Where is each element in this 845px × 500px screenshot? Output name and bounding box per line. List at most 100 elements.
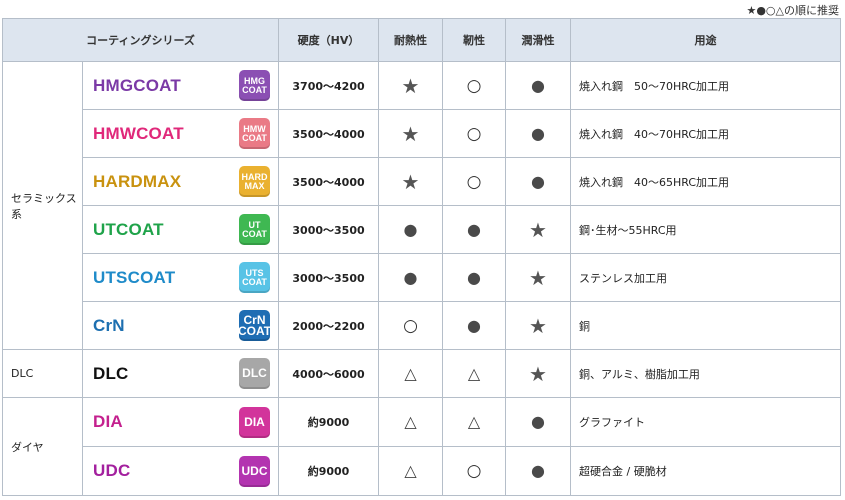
heat-resistance-rating: ●	[378, 205, 444, 254]
header-usage: 用途	[570, 18, 842, 62]
series-logo-badge: DIA	[239, 406, 271, 438]
lubricity-rating: ●	[505, 61, 572, 110]
hardness-value: 約9000	[278, 446, 380, 496]
table-body: セラミックス系 HMGCOAT HMG COAT 3700～4200 ★ ○ ● 焼入れ鋼 50…	[2, 61, 842, 496]
usage-text: ステンレス加工用	[570, 253, 842, 302]
toughness-rating: △	[442, 349, 507, 398]
usage-text: 超硬合金 / 硬脆材	[570, 446, 842, 496]
badge-line-1: DIA	[244, 414, 265, 429]
badge-line-2: COAT	[242, 132, 267, 143]
toughness-rating: ○	[442, 61, 507, 110]
lubricity-rating: ●	[505, 446, 572, 496]
heat-resistance-rating: △	[378, 349, 444, 398]
series-name: HARDMAX	[93, 171, 182, 191]
series-cell: DLC DLC	[81, 349, 280, 398]
header-hardness: 硬度（HV）	[278, 18, 380, 62]
header-heat-resistance: 耐熱性	[378, 18, 444, 62]
series-cell: UTSCOAT UTS COAT	[81, 253, 280, 302]
table-row: HARDMAX HARD MAX 3500～4000 ★ ○ ● 焼入れ鋼 40～65HRC加…	[3, 157, 842, 206]
series-cell: DIA DIA	[81, 397, 280, 447]
series-name: UTCOAT	[93, 219, 164, 239]
usage-text: 鋼･生材～55HRC用	[570, 205, 842, 254]
series-name: CrN	[93, 315, 125, 335]
coating-table-container: コーティングシリーズ 硬度（HV） 耐熱性 靭性 潤滑性 用途 セラミックス系 H…	[1, 18, 842, 496]
series-cell: HMWCOAT HMW COAT	[81, 109, 280, 158]
usage-text: 銅	[570, 301, 842, 350]
toughness-rating: ●	[442, 301, 507, 350]
hardness-value: 3500～4000	[278, 109, 380, 158]
lubricity-rating: ★	[505, 253, 572, 302]
usage-text: 焼入れ鋼 40～65HRC加工用	[570, 157, 842, 206]
toughness-rating: ○	[442, 446, 507, 496]
lubricity-rating: ★	[505, 205, 572, 254]
series-logo-badge: DLC	[239, 358, 271, 389]
series-cell: UDC UDC	[81, 446, 280, 496]
series-name: HMGCOAT	[93, 75, 181, 95]
series-name: UTSCOAT	[93, 267, 176, 287]
hardness-value: 3500～4000	[278, 157, 380, 206]
header-toughness: 靭性	[442, 18, 507, 62]
usage-text: グラファイト	[570, 397, 842, 447]
table-row: CrN CrN COAT 2000～2200 ○ ● ★ 銅	[3, 301, 842, 350]
hardness-value: 約9000	[278, 397, 380, 447]
lubricity-rating: ●	[505, 157, 572, 206]
badge-line-2: COAT	[242, 84, 267, 95]
table-header-row: コーティングシリーズ 硬度（HV） 耐熱性 靭性 潤滑性 用途	[1, 18, 842, 62]
series-logo-badge: UTS COAT	[239, 262, 271, 293]
table-row: HMWCOAT HMW COAT 3500～4000 ★ ○ ● 焼入れ鋼 40～70HRC加…	[3, 109, 842, 158]
lubricity-rating: ●	[505, 109, 572, 158]
badge-line-1: DLC	[242, 366, 267, 380]
heat-resistance-rating: △	[378, 446, 444, 496]
hardness-value: 3700～4200	[278, 61, 380, 110]
series-name: HMWCOAT	[93, 123, 184, 143]
toughness-rating: ●	[442, 253, 507, 302]
series-logo-badge: HMW COAT	[239, 118, 271, 149]
heat-resistance-rating: ●	[378, 253, 444, 302]
toughness-rating: △	[442, 397, 507, 447]
badge-line-2: COAT	[237, 323, 272, 338]
toughness-rating: ○	[442, 109, 507, 158]
table-row: UTSCOAT UTS COAT 3000～3500 ● ● ★ ステンレス加工用	[3, 253, 842, 302]
hardness-value: 3000～3500	[278, 205, 380, 254]
series-logo-badge: UDC	[239, 455, 271, 487]
group-ceramic: セラミックス系	[2, 61, 83, 350]
hardness-value: 4000～6000	[278, 349, 380, 398]
table-row: DLC DLC DLC 4000～6000 △ △ ★ 銅、アルミ、樹脂加工用	[2, 349, 842, 398]
usage-text: 焼入れ鋼 50～70HRC加工用	[570, 61, 842, 110]
group-diamond: ダイヤ	[2, 397, 83, 496]
badge-line-2: MAX	[244, 180, 265, 191]
lubricity-rating: ★	[505, 301, 572, 350]
badge-line-2: COAT	[242, 228, 267, 239]
series-cell: HMGCOAT HMG COAT	[81, 61, 280, 110]
hardness-value: 2000～2200	[278, 301, 380, 350]
header-series: コーティングシリーズ	[1, 18, 280, 62]
series-logo-badge: CrN COAT	[237, 310, 272, 341]
heat-resistance-rating: ★	[378, 61, 444, 110]
toughness-rating: ○	[442, 157, 507, 206]
recommendation-legend: ★●○△の順に推奨	[746, 4, 839, 17]
lubricity-rating: ●	[505, 397, 572, 447]
table-row: UTCOAT UT COAT 3000～3500 ● ● ★ 鋼･生材～55HRC用	[3, 205, 842, 254]
table-row: セラミックス系 HMGCOAT HMG COAT 3700～4200 ★ ○ ● 焼入れ鋼 50…	[2, 61, 842, 350]
lubricity-rating: ★	[505, 349, 572, 398]
series-name: DIA	[93, 412, 123, 431]
heat-resistance-rating: ○	[378, 301, 444, 350]
series-name: UDC	[93, 461, 131, 480]
usage-text: 銅、アルミ、樹脂加工用	[570, 349, 842, 398]
header-lubricity: 潤滑性	[505, 18, 572, 62]
coating-series-table: コーティングシリーズ 硬度（HV） 耐熱性 靭性 潤滑性 用途 セラミックス系 H…	[1, 18, 842, 496]
series-logo-badge: UT COAT	[239, 214, 271, 245]
table-row: ダイヤ DIA DIA 約9000 △ △ ● グラファイト	[2, 397, 842, 496]
usage-text: 焼入れ鋼 40～70HRC加工用	[570, 109, 842, 158]
table-row: UDC UDC 約9000 △ ○ ● 超硬合金 / 硬脆材	[3, 446, 842, 496]
series-logo-badge: HMG COAT	[239, 70, 271, 101]
badge-line-1: UDC	[241, 463, 268, 478]
series-cell: UTCOAT UT COAT	[81, 205, 280, 254]
series-cell: CrN CrN COAT	[81, 301, 280, 350]
series-cell: HARDMAX HARD MAX	[81, 157, 280, 206]
heat-resistance-rating: ★	[378, 157, 444, 206]
series-logo-badge: HARD MAX	[239, 166, 271, 197]
toughness-rating: ●	[442, 205, 507, 254]
heat-resistance-rating: △	[378, 397, 444, 447]
hardness-value: 3000～3500	[278, 253, 380, 302]
